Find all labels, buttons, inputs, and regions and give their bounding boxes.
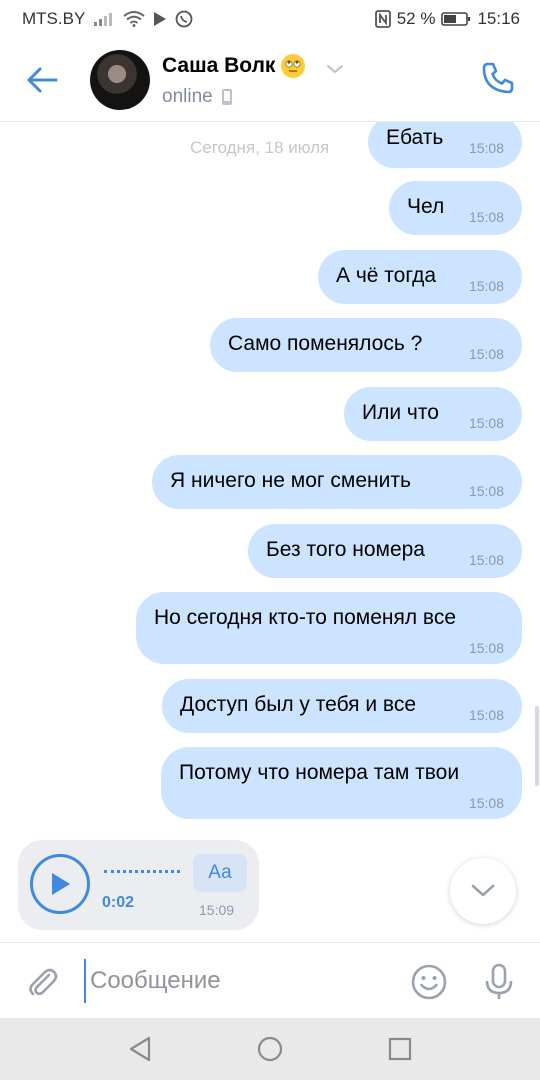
scroll-down-button[interactable] <box>450 858 516 924</box>
play-icon <box>52 873 70 895</box>
message-bubble[interactable]: Доступ был у тебя и все 15:08 <box>162 679 522 733</box>
message-bubble[interactable]: Чел 15:08 <box>389 181 522 235</box>
message-input[interactable] <box>84 959 384 1003</box>
battery-icon <box>441 11 471 27</box>
message-bubble[interactable]: Ебать 15:08 <box>368 122 522 168</box>
emoji-button[interactable] <box>408 961 450 1003</box>
nfc-icon <box>374 10 391 28</box>
message-text: Само поменялось ? <box>228 332 423 355</box>
message-bubble[interactable]: Или что 15:08 <box>344 387 522 441</box>
message-bubble[interactable]: Потому что номера там твои 15:08 <box>161 747 522 819</box>
wifi-icon <box>123 11 145 27</box>
signal-icon <box>93 11 115 27</box>
avatar[interactable] <box>90 50 150 110</box>
date-separator: Сегодня, 18 июля <box>190 138 330 157</box>
message-time: 15:08 <box>468 640 504 656</box>
message-time: 15:08 <box>468 483 504 499</box>
rolling-eyes-emoji-icon <box>281 54 306 78</box>
carrier-label: MTS.BY <box>22 9 86 28</box>
message-time: 15:08 <box>468 140 504 156</box>
circle-home-icon <box>257 1036 283 1062</box>
message-text: Я ничего не мог сменить <box>170 469 411 492</box>
message-text: Или что <box>362 401 439 424</box>
message-time: 15:08 <box>468 209 504 225</box>
nav-recents-button[interactable] <box>380 1029 420 1069</box>
triangle-back-icon <box>129 1036 151 1062</box>
attach-button[interactable] <box>22 961 62 1001</box>
battery-percent: 52 % <box>396 9 436 28</box>
status-bar: MTS.BY 52 % 15:16 <box>0 0 540 38</box>
waveform[interactable] <box>104 870 180 874</box>
contact-name-label: Саша Волк <box>162 54 276 77</box>
message-text: Но сегодня кто-то поменял все <box>154 606 457 629</box>
call-button[interactable] <box>478 58 518 98</box>
voice-record-button[interactable] <box>478 961 520 1003</box>
message-time: 15:08 <box>468 552 504 568</box>
nav-back-button[interactable] <box>120 1029 160 1069</box>
message-composer <box>0 942 540 1018</box>
message-time: 15:08 <box>468 415 504 431</box>
message-bubble[interactable]: Само поменялось ? 15:08 <box>210 318 522 372</box>
message-time: 15:08 <box>468 707 504 723</box>
message-text: Без того номера <box>266 538 425 561</box>
message-text: Доступ был у тебя и все <box>180 693 417 716</box>
voice-time: 15:09 <box>199 902 235 918</box>
message-time: 15:08 <box>468 795 504 811</box>
microphone-icon <box>485 963 513 999</box>
clock: 15:16 <box>477 9 520 28</box>
system-navigation-bar <box>0 1018 540 1080</box>
square-recents-icon <box>388 1037 412 1061</box>
phone-icon <box>482 62 514 94</box>
arrow-left-icon <box>27 67 58 93</box>
message-text: Чел <box>407 195 445 218</box>
message-text: Ебать <box>386 126 444 149</box>
message-bubble[interactable]: Я ничего не мог сменить 15:08 <box>152 455 522 509</box>
message-text: А чё тогда <box>336 264 437 287</box>
paperclip-icon <box>29 968 58 996</box>
smile-icon <box>411 964 447 1000</box>
voice-message[interactable]: 0:02 Аа 15:09 <box>18 840 259 930</box>
message-time: 15:08 <box>468 346 504 362</box>
message-time: 15:08 <box>468 278 504 294</box>
back-button[interactable] <box>22 60 62 100</box>
message-text: Потому что номера там твои <box>179 761 460 784</box>
message-bubble[interactable]: Но сегодня кто-то поменял все 15:08 <box>136 592 522 664</box>
nav-home-button[interactable] <box>250 1029 290 1069</box>
online-status: online <box>162 86 233 108</box>
play-button[interactable] <box>30 854 90 914</box>
whatsapp-icon <box>175 10 193 28</box>
scrollbar[interactable] <box>535 706 539 786</box>
message-list[interactable]: Сегодня, 18 июля Ебать 15:08 Чел 15:08 А… <box>0 122 540 942</box>
voice-duration: 0:02 <box>102 894 135 911</box>
chevron-down-icon <box>471 884 495 897</box>
contact-name[interactable]: Саша Волк <box>162 54 306 78</box>
play-store-icon <box>153 11 167 27</box>
chat-header: Саша Волк online <box>0 38 540 122</box>
mobile-phone-icon <box>221 89 232 105</box>
message-bubble[interactable]: Без того номера 15:08 <box>248 524 522 578</box>
transcribe-button[interactable]: Аа <box>193 854 247 892</box>
online-status-label: online <box>162 86 213 107</box>
chevron-down-icon[interactable] <box>326 62 344 80</box>
message-bubble[interactable]: А чё тогда 15:08 <box>318 250 522 304</box>
